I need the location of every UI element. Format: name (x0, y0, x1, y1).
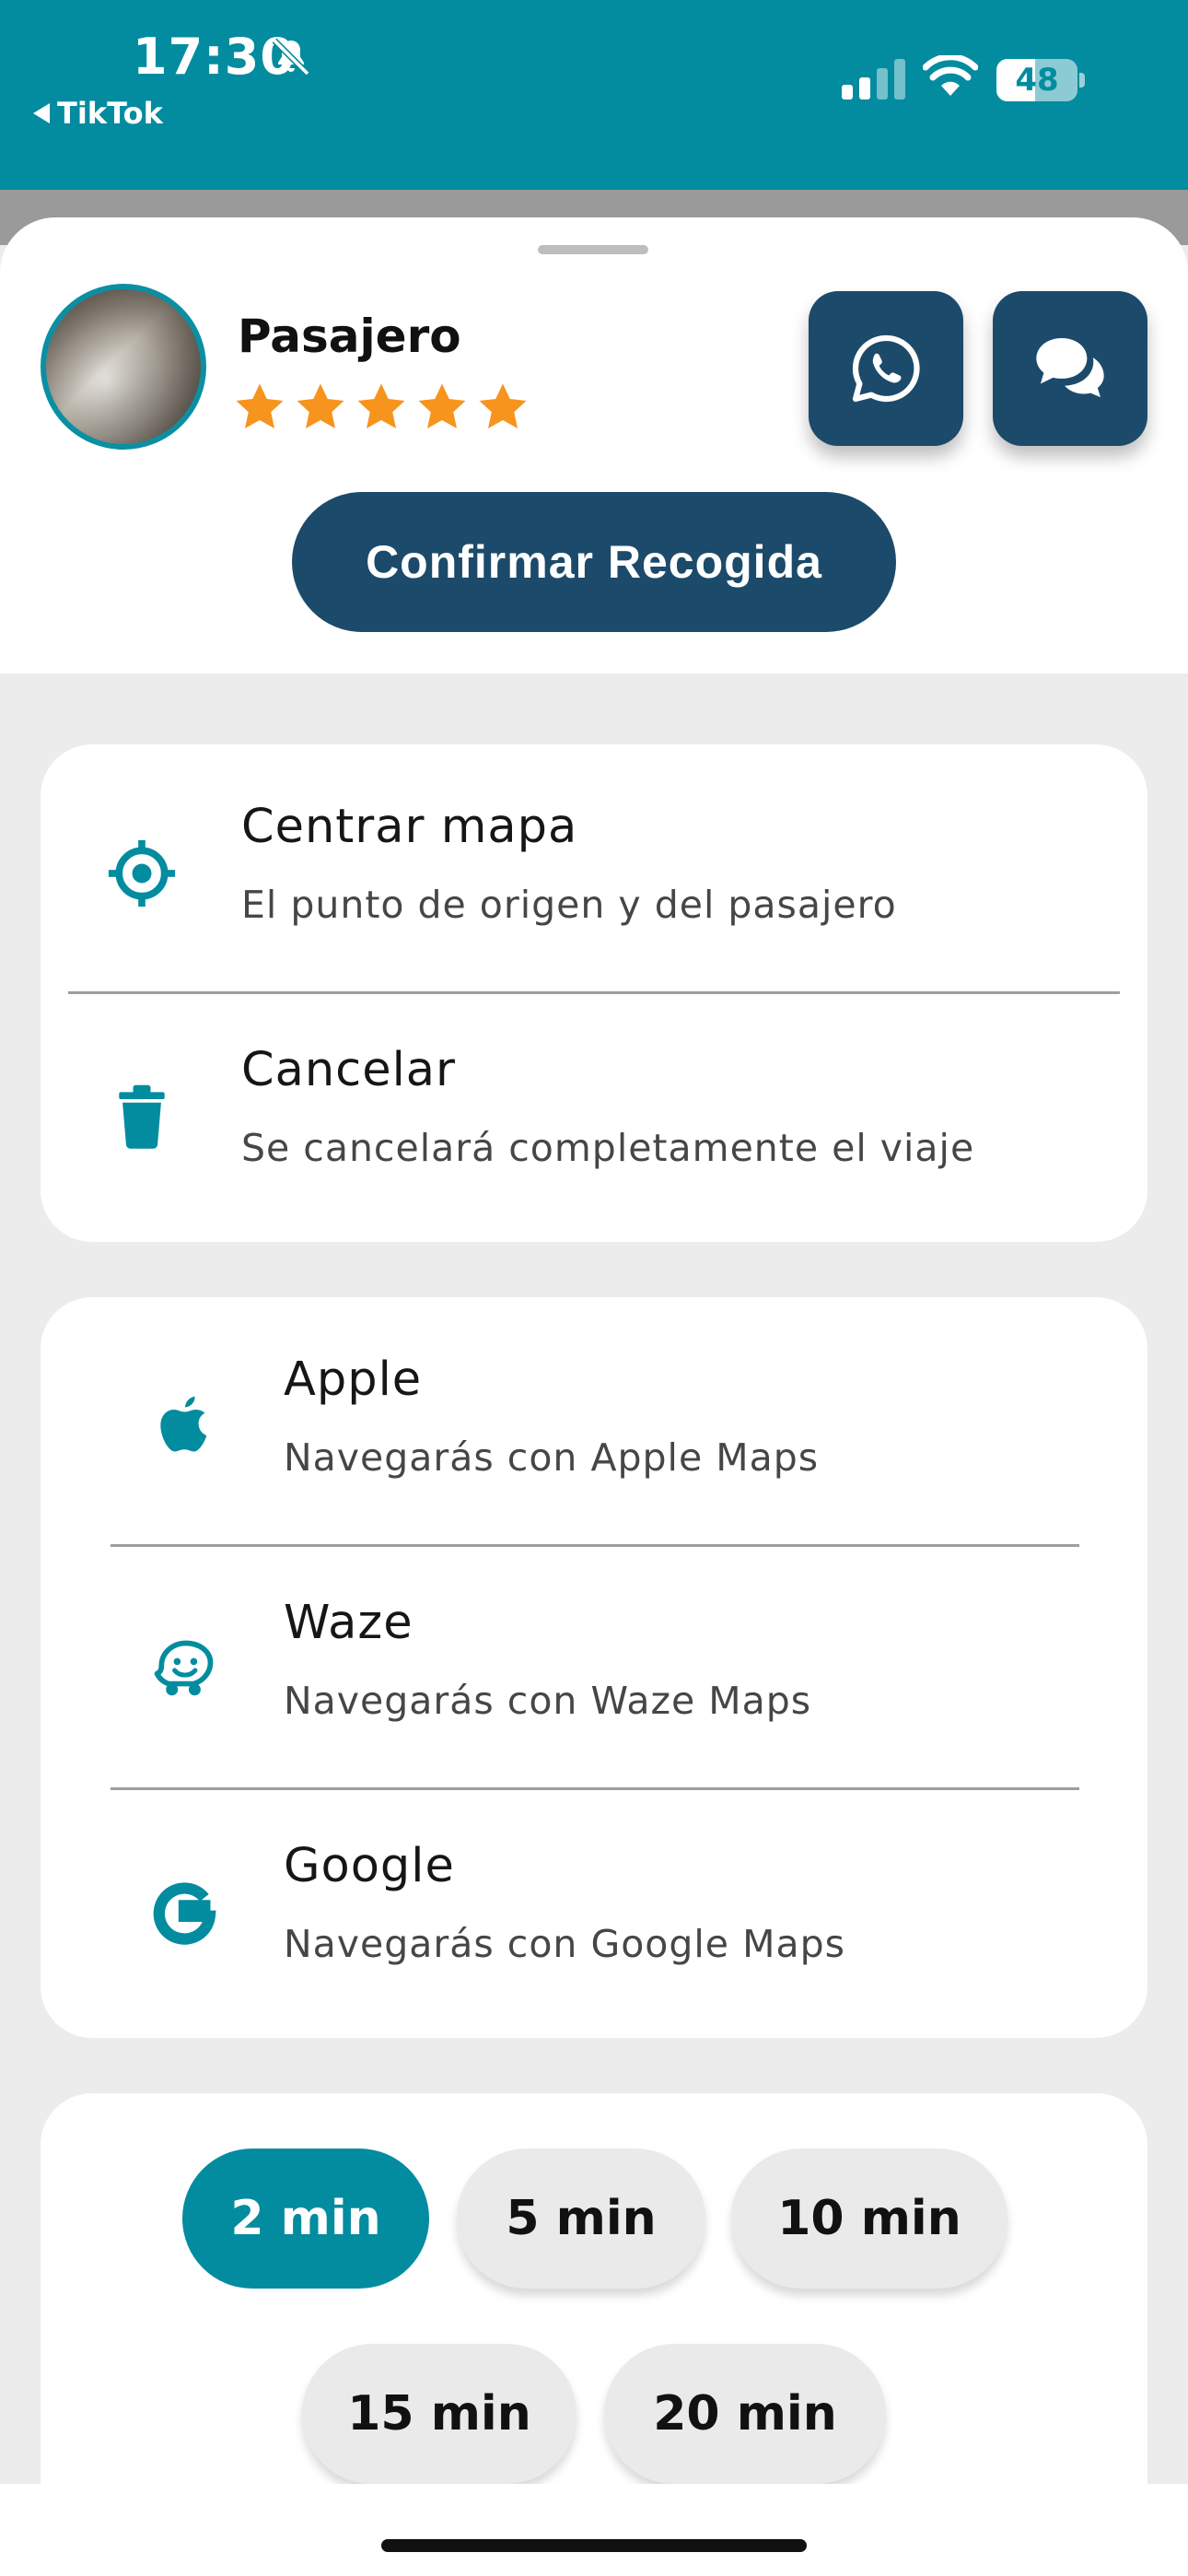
navigation-apps-card: Apple Navegarás con Apple Maps Waze Nave… (41, 1297, 1147, 2038)
battery-icon: 48 (996, 59, 1085, 101)
back-app-label: TikTok (57, 96, 163, 131)
nav-app-title: Waze (284, 1596, 413, 1650)
status-bar: 17:30 TikTok 48 (0, 0, 1188, 190)
nav-app-title: Google (284, 1839, 455, 1893)
apple-icon (160, 1396, 207, 1452)
back-arrow-icon (33, 103, 50, 123)
back-to-app-link[interactable]: TikTok (33, 96, 163, 131)
nav-app-subtitle: Navegarás con Apple Maps (284, 1435, 820, 1480)
wait-time-chip-20-min[interactable]: 20 min (604, 2344, 886, 2484)
avatar (41, 284, 206, 450)
nav-app-title: Apple (284, 1352, 423, 1407)
star-icon (357, 383, 405, 428)
trash-icon (119, 1084, 165, 1149)
cellular-signal-icon (842, 59, 905, 100)
confirm-pickup-button[interactable]: Confirmar Recogida (292, 492, 896, 632)
star-icon (236, 383, 284, 428)
star-icon (418, 383, 466, 428)
rating-stars (232, 380, 530, 435)
whatsapp-icon (852, 334, 920, 403)
option-title: Centrar mapa (241, 800, 578, 854)
driver-trip-screen: 17:30 TikTok 48 Pasajero Confirmar Recog… (0, 0, 1188, 2576)
star-icon (297, 383, 344, 428)
option-subtitle: Se cancelará completamente el viaje (241, 1126, 975, 1170)
chat-button[interactable] (993, 291, 1147, 446)
center-map-option[interactable]: Centrar mapa El punto de origen y del pa… (41, 744, 1147, 988)
wifi-icon (923, 55, 978, 96)
trip-options-card: Centrar mapa El punto de origen y del pa… (41, 744, 1147, 1242)
passenger-name: Pasajero (238, 310, 461, 363)
whatsapp-button[interactable] (809, 291, 963, 446)
battery-percent: 48 (1015, 62, 1059, 99)
home-indicator-area (0, 2484, 1188, 2576)
bell-slash-icon (272, 38, 310, 76)
star-icon (479, 383, 527, 428)
waze-icon (154, 1640, 214, 1696)
option-title: Cancelar (241, 1043, 456, 1097)
google-icon (153, 1882, 216, 1945)
wait-time-chip-5-min[interactable]: 5 min (457, 2149, 705, 2289)
sheet-drag-handle[interactable] (538, 245, 648, 254)
google-maps-option[interactable]: Google Navegarás con Google Maps (41, 1784, 1147, 2027)
option-subtitle: El punto de origen y del pasajero (241, 883, 897, 927)
waze-option[interactable]: Waze Navegarás con Waze Maps (41, 1540, 1147, 1784)
wait-time-chip-15-min[interactable]: 15 min (302, 2344, 577, 2484)
cancel-trip-option[interactable]: Cancelar Se cancelará completamente el v… (41, 988, 1147, 1231)
home-indicator[interactable] (381, 2539, 807, 2552)
chat-bubbles-icon (1036, 338, 1104, 398)
nav-app-subtitle: Navegarás con Google Maps (284, 1922, 845, 1966)
nav-app-subtitle: Navegarás con Waze Maps (284, 1679, 812, 1723)
wait-time-chip-10-min[interactable]: 10 min (731, 2149, 1007, 2289)
wait-time-chip-2-min[interactable]: 2 min (182, 2149, 429, 2289)
crosshair-icon (108, 839, 176, 907)
bottom-sheet-header: Pasajero Confirmar Recogida (0, 217, 1188, 673)
apple-maps-option[interactable]: Apple Navegarás con Apple Maps (41, 1297, 1147, 1540)
